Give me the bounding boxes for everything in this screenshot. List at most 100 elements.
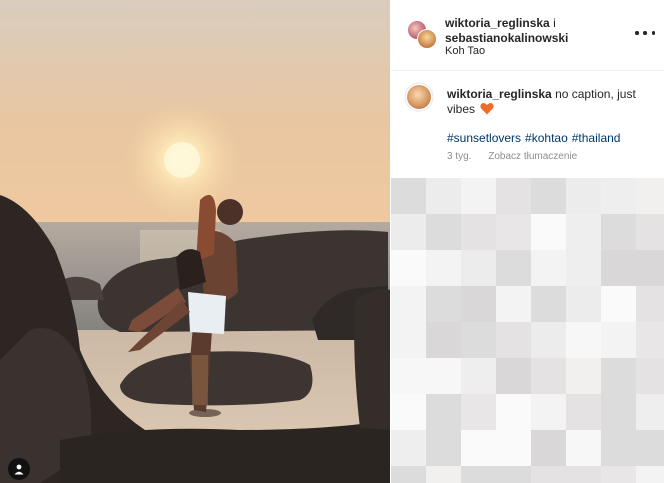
mosaic-cell <box>496 466 531 483</box>
authors-joiner: i <box>553 16 556 30</box>
dot <box>643 31 647 35</box>
avatar[interactable] <box>417 29 437 49</box>
user-icon <box>14 464 24 475</box>
hashtag-link[interactable]: #sunsetlovers <box>447 131 521 145</box>
mosaic-cell <box>496 286 531 322</box>
mosaic-cell <box>601 394 636 430</box>
mosaic-cell <box>426 394 461 430</box>
caption-username-link[interactable]: wiktoria_reglinska <box>447 87 552 101</box>
post-time[interactable]: 3 tyg. <box>447 151 471 162</box>
mosaic-cell <box>601 286 636 322</box>
mosaic-cell <box>391 286 426 322</box>
mosaic-cell <box>426 358 461 394</box>
mosaic-cell <box>566 430 601 466</box>
mosaic-cell <box>636 394 664 430</box>
mosaic-cell <box>566 358 601 394</box>
mosaic-cell <box>391 322 426 358</box>
mosaic-cell <box>391 214 426 250</box>
mosaic-cell <box>461 394 496 430</box>
mosaic-cell <box>391 466 426 483</box>
mosaic-cell <box>531 250 566 286</box>
mosaic-cell <box>496 394 531 430</box>
sunset-beach-photo <box>0 0 390 483</box>
mosaic-cell <box>636 358 664 394</box>
mosaic-cell <box>636 466 664 483</box>
mosaic-cell <box>566 214 601 250</box>
caption-avatar[interactable] <box>407 85 431 109</box>
post-side-panel: wiktoria_reglinska i sebastianokalinowsk… <box>391 0 664 483</box>
mosaic-cell <box>601 322 636 358</box>
mosaic-cell <box>601 358 636 394</box>
mosaic-cell <box>636 250 664 286</box>
mosaic-cell <box>426 286 461 322</box>
mosaic-cell <box>531 358 566 394</box>
mosaic-cell <box>391 250 426 286</box>
more-options-button[interactable] <box>635 26 655 40</box>
mosaic-cell <box>566 250 601 286</box>
coauthor-username-link[interactable]: sebastianokalinowski <box>445 31 568 45</box>
post-photo[interactable] <box>0 0 390 483</box>
orange-heart-icon <box>480 103 495 115</box>
dot <box>635 31 639 35</box>
mosaic-cell <box>566 286 601 322</box>
mosaic-cell <box>566 394 601 430</box>
mosaic-cell <box>601 430 636 466</box>
pixelated-comments-area <box>391 178 664 483</box>
mosaic-cell <box>461 322 496 358</box>
mosaic-cell <box>461 466 496 483</box>
mosaic-cell <box>461 358 496 394</box>
mosaic-cell <box>426 214 461 250</box>
mosaic-cell <box>601 178 636 214</box>
mosaic-cell <box>636 214 664 250</box>
mosaic-cell <box>531 286 566 322</box>
mosaic-cell <box>426 430 461 466</box>
post-header: wiktoria_reglinska i sebastianokalinowsk… <box>391 0 664 71</box>
mosaic-cell <box>496 358 531 394</box>
mosaic-cell <box>496 178 531 214</box>
mosaic-cell <box>391 178 426 214</box>
mosaic-cell <box>636 430 664 466</box>
mosaic-cell <box>531 322 566 358</box>
mosaic-cell <box>391 358 426 394</box>
mosaic-cell <box>566 322 601 358</box>
mosaic-cell <box>531 214 566 250</box>
mosaic-cell <box>636 322 664 358</box>
mosaic-cell <box>636 178 664 214</box>
mosaic-cell <box>531 466 566 483</box>
hashtag-link[interactable]: #thailand <box>572 131 621 145</box>
mosaic-cell <box>531 430 566 466</box>
mosaic-cell <box>426 322 461 358</box>
caption-meta: 3 tyg. Zobacz tłumaczenie <box>447 151 577 162</box>
hashtag-list: #sunsetlovers #kohtao #thailand <box>447 131 624 145</box>
mosaic-cell <box>461 250 496 286</box>
mosaic-cell <box>426 178 461 214</box>
post-authors: wiktoria_reglinska i sebastianokalinowsk… <box>445 16 568 46</box>
mosaic-cell <box>566 466 601 483</box>
hashtag-link[interactable]: #kohtao <box>525 131 568 145</box>
mosaic-cell <box>636 286 664 322</box>
tagged-users-button[interactable] <box>8 458 30 480</box>
mosaic-cell <box>601 466 636 483</box>
mosaic-cell <box>601 214 636 250</box>
dot <box>651 31 655 35</box>
mosaic-cell <box>531 394 566 430</box>
translate-link[interactable]: Zobacz tłumaczenie <box>488 151 577 162</box>
mosaic-cell <box>531 178 566 214</box>
mosaic-cell <box>496 430 531 466</box>
author-username-link[interactable]: wiktoria_reglinska <box>445 16 550 30</box>
mosaic-cell <box>461 430 496 466</box>
mosaic-cell <box>566 178 601 214</box>
mosaic-cell <box>496 214 531 250</box>
avatar-stack[interactable] <box>407 20 437 50</box>
mosaic-cell <box>391 394 426 430</box>
mosaic-cell <box>461 214 496 250</box>
mosaic-cell <box>426 250 461 286</box>
location-link[interactable]: Koh Tao <box>445 45 485 57</box>
mosaic-cell <box>461 178 496 214</box>
mosaic-cell <box>601 250 636 286</box>
mosaic-cell <box>496 322 531 358</box>
mosaic-cell <box>461 286 496 322</box>
mosaic-cell <box>391 430 426 466</box>
post-caption: wiktoria_reglinska no caption, just vibe… <box>447 87 647 117</box>
mosaic-cell <box>496 250 531 286</box>
